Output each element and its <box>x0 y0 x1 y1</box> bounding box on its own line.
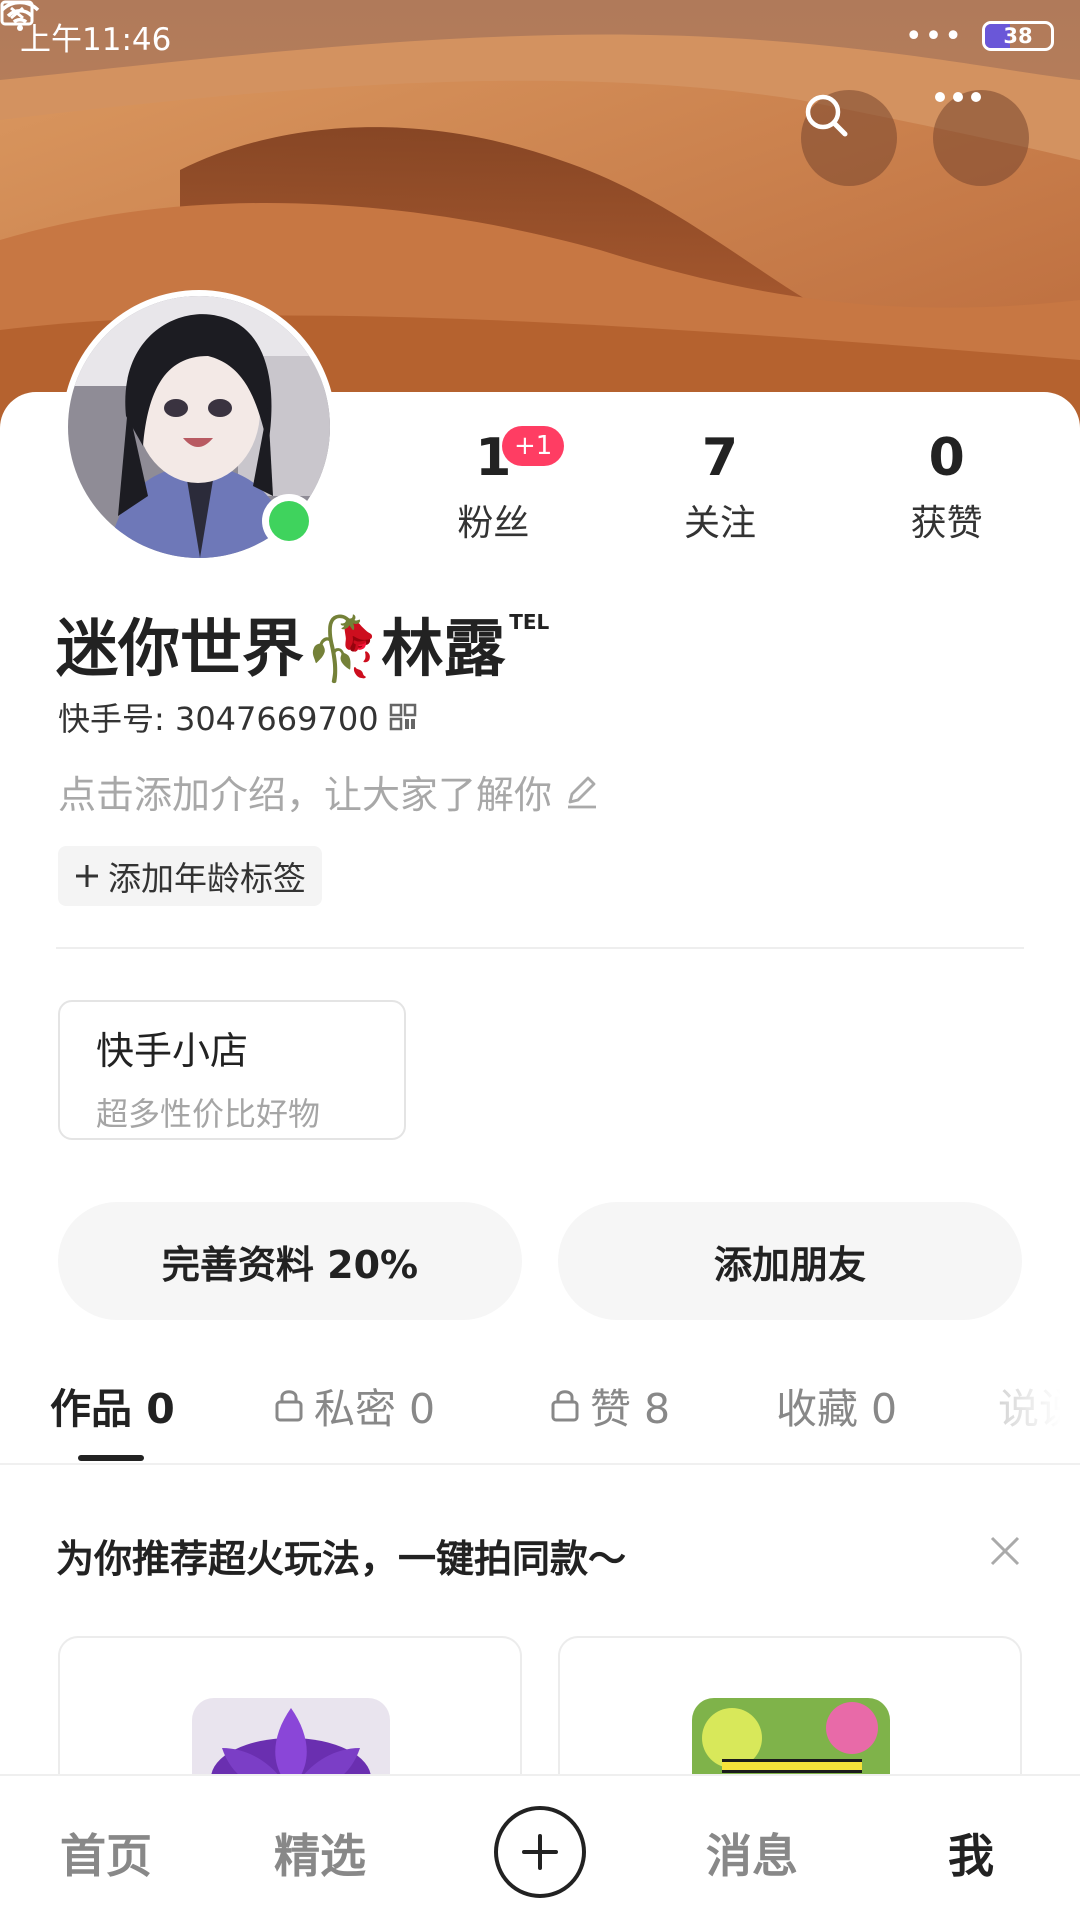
search-icon <box>805 94 848 137</box>
add-friends-button[interactable]: 添加朋友 <box>558 1202 1022 1320</box>
edit-icon <box>568 776 597 808</box>
online-status-indicator <box>262 494 316 548</box>
user-id-text: 快手号: 3047669700 <box>58 700 379 738</box>
tab-works-label: 作品 0 <box>50 1385 175 1433</box>
stat-likes[interactable]: 0 获赞 <box>833 426 1060 546</box>
profile-stats: 1 +1 粉丝 7 关注 0 获赞 <box>380 426 1060 546</box>
kuaishou-shop-card[interactable]: 快手小店 超多性价比好物 <box>58 1000 406 1140</box>
status-icons: ••• 38 <box>0 0 1054 54</box>
tabs-fade <box>980 1370 1080 1440</box>
lock-icon <box>275 1390 303 1422</box>
battery-level: 38 <box>1003 24 1033 48</box>
tab-private[interactable]: 私密 0 <box>274 1370 435 1440</box>
close-recommend-button[interactable] <box>988 1534 1022 1572</box>
nickname-superscript: TEL <box>509 610 550 634</box>
intro-prompt[interactable]: 点击添加介绍，让大家了解你 <box>58 764 600 819</box>
tab-favorites[interactable]: 收藏 0 <box>776 1370 897 1440</box>
plus-icon <box>76 865 98 887</box>
stat-following[interactable]: 7 关注 <box>607 426 834 546</box>
recommend-title: 为你推荐超火玩法，一键拍同款～ <box>56 1537 627 1581</box>
content-tabs: 作品 0 私密 0 赞 8 收藏 0 说说 <box>0 1370 1080 1462</box>
nickname: 迷你世界🥀林露 TEL <box>56 598 549 688</box>
add-age-tag-button[interactable]: 添加年龄标签 <box>58 846 322 906</box>
shop-title: 快手小店 <box>96 1029 249 1073</box>
tab-favorites-label: 收藏 0 <box>776 1385 898 1433</box>
likes-label: 获赞 <box>910 503 983 544</box>
new-fans-badge: +1 <box>502 426 565 466</box>
status-bar: 上午11:46 ••• 38 <box>0 0 1080 72</box>
nav-home[interactable]: 首页 <box>60 1820 152 1886</box>
active-tab-indicator <box>78 1455 144 1461</box>
following-count: 7 <box>701 428 739 488</box>
nav-featured[interactable]: 精选 <box>274 1820 366 1886</box>
status-time: 上午11:46 <box>20 21 172 58</box>
plus-icon <box>522 1834 558 1870</box>
create-button[interactable] <box>494 1806 586 1898</box>
search-button[interactable] <box>801 90 897 186</box>
fans-count: 1 <box>475 428 512 488</box>
tab-liked[interactable]: 赞 8 <box>550 1370 670 1440</box>
bottom-navigation: 首页 精选 消息 我 <box>0 1774 1080 1920</box>
stat-fans[interactable]: 1 +1 粉丝 <box>380 426 607 546</box>
tab-liked-label: 赞 8 <box>590 1385 671 1433</box>
complete-profile-button[interactable]: 完善资料 20% <box>58 1202 522 1320</box>
nickname-text: 迷你世界🥀林露 <box>56 612 506 685</box>
more-notifications-icon: ••• <box>904 18 964 54</box>
intro-text: 点击添加介绍，让大家了解你 <box>58 773 553 817</box>
nav-messages[interactable]: 消息 <box>706 1820 798 1886</box>
tab-works[interactable]: 作品 0 <box>50 1370 175 1440</box>
shop-subtitle: 超多性价比好物 <box>96 1095 321 1133</box>
divider <box>56 947 1024 949</box>
battery-indicator: 38 <box>982 21 1054 51</box>
add-age-tag-label: 添加年龄标签 <box>108 859 306 898</box>
more-options-button[interactable] <box>933 90 1029 186</box>
close-icon <box>990 1536 1020 1566</box>
wifi-icon <box>0 0 40 31</box>
more-icon <box>935 92 981 102</box>
fans-label: 粉丝 <box>457 503 530 544</box>
lock-icon <box>551 1390 579 1422</box>
qr-code-icon[interactable] <box>389 703 417 731</box>
tab-private-label: 私密 0 <box>314 1385 436 1433</box>
following-label: 关注 <box>684 503 757 544</box>
likes-count: 0 <box>928 428 965 488</box>
nav-me[interactable]: 我 <box>948 1820 994 1886</box>
user-id[interactable]: 快手号: 3047669700 <box>58 694 417 740</box>
tabs-divider <box>0 1463 1080 1465</box>
